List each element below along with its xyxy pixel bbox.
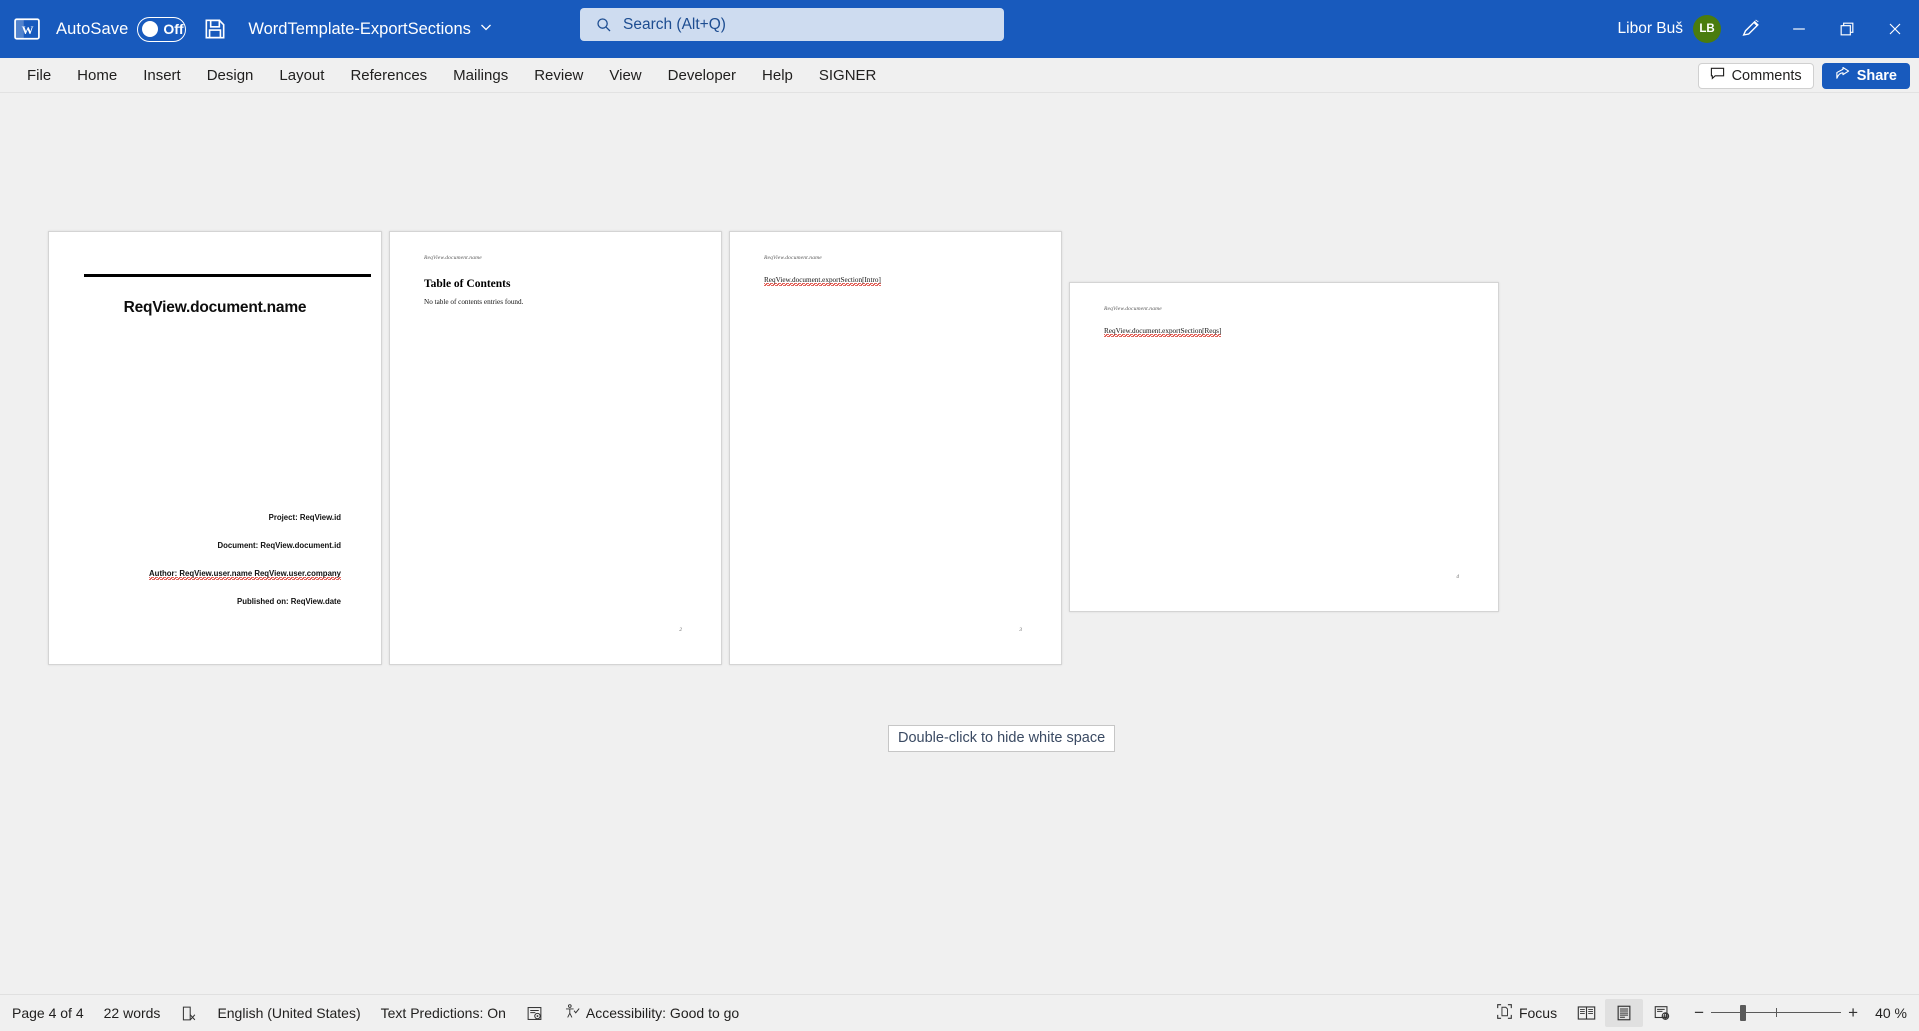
search-placeholder: Search (Alt+Q)	[623, 15, 726, 33]
page-header-4: ReqView.document.name	[1104, 306, 1162, 312]
tab-insert[interactable]: Insert	[130, 58, 194, 92]
zoom-slider[interactable]	[1711, 1000, 1842, 1026]
page-header-3: ReqView.document.name	[764, 255, 822, 261]
accessibility-status[interactable]: Accessibility: Good to go	[553, 995, 749, 1031]
minimize-button[interactable]	[1775, 0, 1823, 58]
tab-layout[interactable]: Layout	[266, 58, 337, 92]
page-number-3: 3	[1019, 627, 1022, 633]
titlebar-right-group: Libor Buš LB	[1618, 0, 1919, 58]
document-page-2[interactable]: ReqView.document.name Table of Contents …	[389, 231, 722, 665]
page-indicator[interactable]: Page 4 of 4	[0, 995, 94, 1031]
tab-developer[interactable]: Developer	[655, 58, 749, 92]
comments-button[interactable]: Comments	[1697, 62, 1814, 89]
close-button[interactable]	[1871, 0, 1919, 58]
autosave-label: AutoSave	[56, 19, 129, 38]
tab-view[interactable]: View	[596, 58, 654, 92]
status-bar: Page 4 of 4 22 words English (United Sta…	[0, 994, 1919, 1031]
page-header-2: ReqView.document.name	[424, 255, 482, 261]
document-title[interactable]: WordTemplate-ExportSections	[248, 20, 471, 39]
tab-signer[interactable]: SIGNER	[806, 58, 890, 92]
zoom-out-button[interactable]: −	[1687, 1000, 1711, 1026]
document-page-4[interactable]: ReqView.document.name ReqView.document.e…	[1069, 282, 1499, 612]
display-settings-icon[interactable]	[516, 995, 553, 1031]
web-layout-icon[interactable]	[1643, 999, 1681, 1027]
title-bar: W AutoSave Off WordTemplate-ExportSectio…	[0, 0, 1919, 58]
print-layout-icon[interactable]	[1605, 999, 1644, 1027]
share-button[interactable]: Share	[1821, 62, 1910, 89]
document-page-3[interactable]: ReqView.document.name ReqView.document.e…	[729, 231, 1062, 665]
save-icon[interactable]	[202, 16, 228, 42]
toc-heading: Table of Contents	[424, 278, 511, 290]
tab-review[interactable]: Review	[521, 58, 596, 92]
tab-home[interactable]: Home	[64, 58, 130, 92]
tab-mailings[interactable]: Mailings	[440, 58, 521, 92]
focus-icon	[1496, 1003, 1513, 1023]
document-canvas[interactable]: ReqView.document.name Project: ReqView.i…	[0, 94, 1919, 994]
svg-text:W: W	[22, 23, 34, 37]
tab-design[interactable]: Design	[194, 58, 267, 92]
comment-bubble-icon	[1710, 66, 1725, 85]
page-body-3: ReqView.document.exportSection[Intro]	[764, 276, 881, 286]
comments-label: Comments	[1731, 67, 1802, 84]
zoom-percent[interactable]: 40 %	[1875, 1005, 1907, 1021]
zoom-slider-thumb[interactable]	[1739, 1005, 1746, 1021]
page-number-4: 4	[1456, 574, 1459, 580]
cover-meta-published: Published on: ReqView.date	[237, 597, 341, 606]
user-name[interactable]: Libor Buš	[1618, 20, 1683, 38]
focus-button[interactable]: Focus	[1484, 995, 1567, 1031]
ribbon-tabs: File Home Insert Design Layout Reference…	[14, 58, 889, 92]
search-input[interactable]: Search (Alt+Q)	[580, 8, 1004, 41]
focus-label: Focus	[1518, 1005, 1558, 1021]
cover-meta-author: Author: ReqView.user.name ReqView.user.c…	[149, 569, 341, 580]
share-label: Share	[1856, 67, 1897, 84]
chevron-down-icon[interactable]	[480, 21, 492, 36]
tab-help[interactable]: Help	[749, 58, 806, 92]
ribbon-tab-bar: File Home Insert Design Layout Reference…	[0, 58, 1919, 93]
text-predictions-indicator[interactable]: Text Predictions: On	[371, 995, 516, 1031]
accessibility-label: Accessibility: Good to go	[585, 1005, 740, 1021]
search-icon	[596, 17, 612, 33]
read-mode-icon[interactable]	[1567, 999, 1605, 1027]
word-count[interactable]: 22 words	[94, 995, 171, 1031]
autosave-toggle[interactable]: Off	[137, 16, 187, 42]
cover-meta-document: Document: ReqView.document.id	[217, 541, 341, 550]
page-body-4: ReqView.document.exportSection[Reqs]	[1104, 327, 1222, 337]
zoom-slider-midpoint	[1776, 1008, 1778, 1017]
spell-check-icon[interactable]	[170, 995, 207, 1031]
restore-button[interactable]	[1823, 0, 1871, 58]
share-icon	[1835, 66, 1850, 85]
avatar[interactable]: LB	[1693, 15, 1721, 43]
zoom-control[interactable]: − +	[1687, 1000, 1865, 1026]
cover-meta-project: Project: ReqView.id	[268, 513, 341, 522]
hide-white-space-tooltip[interactable]: Double-click to hide white space	[888, 725, 1116, 752]
ribbon-right-group: Comments Share	[1697, 58, 1910, 93]
zoom-in-button[interactable]: +	[1841, 1000, 1865, 1026]
tab-references[interactable]: References	[337, 58, 440, 92]
pen-ribbon-display-icon[interactable]	[1727, 0, 1775, 58]
page-number-2: 2	[679, 627, 682, 633]
cover-title: ReqView.document.name	[123, 299, 307, 316]
tab-file[interactable]: File	[14, 58, 64, 92]
toggle-knob	[142, 21, 159, 37]
document-page-1[interactable]: ReqView.document.name Project: ReqView.i…	[48, 231, 382, 665]
autosave-state: Off	[163, 21, 184, 37]
status-bar-right-group: Focus − + 40 %	[1484, 995, 1911, 1031]
accessibility-icon	[563, 1003, 580, 1023]
word-logo-icon[interactable]: W	[10, 12, 44, 46]
cover-horizontal-rule	[84, 274, 371, 277]
language-indicator[interactable]: English (United States)	[207, 995, 370, 1031]
toc-empty-note: No table of contents entries found.	[424, 298, 524, 306]
